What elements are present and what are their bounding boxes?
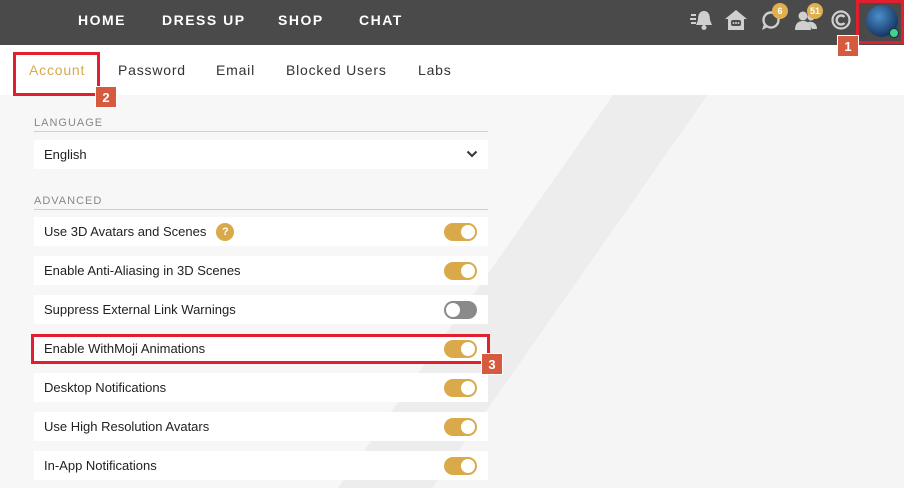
annotation-marker-2: 2 — [95, 86, 117, 108]
tab-labs[interactable]: Labs — [418, 59, 452, 81]
nav-home[interactable]: HOME — [78, 0, 126, 40]
annotation-highlight-withmoji-row — [31, 334, 490, 364]
friends-icon[interactable]: 51 — [791, 3, 824, 35]
toggle-suppress-link-warnings[interactable] — [444, 301, 477, 319]
nav-shop[interactable]: SHOP — [278, 0, 324, 40]
setting-row-in-app-notifications: In-App Notifications — [34, 451, 488, 480]
setting-row-anti-aliasing: Enable Anti-Aliasing in 3D Scenes — [34, 256, 488, 285]
annotation-marker-3: 3 — [481, 353, 503, 375]
language-divider — [34, 131, 488, 132]
help-icon[interactable]: ? — [216, 222, 235, 241]
tab-email[interactable]: Email — [216, 59, 255, 81]
credits-icon[interactable] — [826, 5, 856, 35]
setting-label: Use High Resolution Avatars — [44, 419, 210, 434]
toggle-desktop-notifications[interactable] — [444, 379, 477, 397]
announcements-icon[interactable] — [686, 5, 716, 35]
setting-row-3d-avatars: Use 3D Avatars and Scenes ? — [34, 217, 488, 246]
toggle-3d-avatars[interactable] — [444, 223, 477, 241]
language-select-value: English — [44, 147, 87, 162]
nav-chat[interactable]: CHAT — [359, 0, 403, 40]
tab-blocked-users[interactable]: Blocked Users — [286, 59, 387, 81]
settings-tabs: Account Password Email Blocked Users Lab… — [0, 45, 904, 95]
setting-label: Use 3D Avatars and Scenes — [44, 224, 207, 239]
messages-badge: 6 — [772, 3, 788, 19]
toggle-high-res-avatars[interactable] — [444, 418, 477, 436]
advanced-divider — [34, 209, 488, 210]
setting-label: Suppress External Link Warnings — [44, 302, 236, 317]
tab-password[interactable]: Password — [118, 59, 186, 81]
setting-label: In-App Notifications — [44, 458, 157, 473]
language-select[interactable]: English — [34, 140, 488, 169]
setting-row-suppress-link-warnings: Suppress External Link Warnings — [34, 295, 488, 324]
annotation-highlight-account-tab — [13, 52, 100, 96]
setting-row-desktop-notifications: Desktop Notifications — [34, 373, 488, 402]
annotation-highlight-avatar — [856, 0, 904, 44]
advanced-section-label: ADVANCED — [34, 195, 103, 207]
setting-label: Desktop Notifications — [44, 380, 167, 395]
nav-dress-up[interactable]: DRESS UP — [162, 0, 246, 40]
language-section-label: LANGUAGE — [34, 117, 104, 129]
annotation-marker-1: 1 — [837, 35, 859, 57]
top-nav-bar: HOME DRESS UP SHOP CHAT 6 51 — [0, 0, 904, 45]
setting-label: Enable Anti-Aliasing in 3D Scenes — [44, 263, 241, 278]
messages-icon[interactable]: 6 — [756, 3, 788, 35]
friends-badge: 51 — [807, 3, 824, 19]
home-icon[interactable] — [721, 5, 751, 35]
toggle-in-app-notifications[interactable] — [444, 457, 477, 475]
chevron-down-icon — [466, 150, 478, 158]
toggle-anti-aliasing[interactable] — [444, 262, 477, 280]
setting-row-high-res-avatars: Use High Resolution Avatars — [34, 412, 488, 441]
